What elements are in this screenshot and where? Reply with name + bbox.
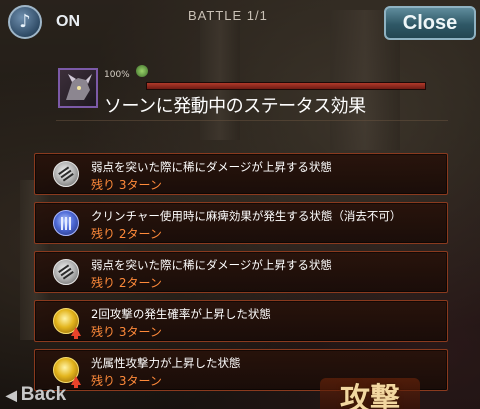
light-attack-up-icon <box>53 357 81 388</box>
status-effect-turns: 残り 3ターン <box>91 325 162 339</box>
status-effect-row[interactable]: 弱点を突いた際に稀にダメージが上昇する状態 残り 2ターン <box>34 251 448 293</box>
attack-button[interactable]: 攻撃 <box>320 378 420 409</box>
status-effect-row[interactable]: クリンチャー使用時に麻痺効果が発生する状態（消去不可） 残り 2ターン <box>34 202 448 244</box>
divider <box>56 120 448 121</box>
status-effect-row[interactable]: 弱点を突いた際に稀にダメージが上昇する状態 残り 3ターン <box>34 153 448 195</box>
status-effect-description: 2回攻撃の発生確率が上昇した状態 <box>91 307 271 321</box>
status-effect-description: 光属性攻撃力が上昇した状態 <box>91 356 241 370</box>
status-effect-list: 弱点を突いた際に稀にダメージが上昇する状態 残り 3ターン クリンチャー使用時に… <box>34 153 448 398</box>
up-arrow-icon <box>71 376 81 388</box>
close-button[interactable]: Close <box>384 6 476 40</box>
hp-bar <box>146 82 426 90</box>
music-state-label[interactable]: ON <box>56 13 80 31</box>
panel-title: ソーンに発動中のステータス効果 <box>104 96 366 117</box>
hp-percent: 100% <box>104 70 130 80</box>
status-effect-turns: 残り 3ターン <box>91 178 162 192</box>
character-avatar <box>58 68 98 108</box>
status-effect-row[interactable]: 2回攻撃の発生確率が上昇した状態 残り 3ターン <box>34 300 448 342</box>
character-portrait-icon <box>66 74 92 100</box>
paralysis-icon <box>53 210 79 236</box>
status-indicator-icon <box>136 65 148 77</box>
status-effect-turns: 残り 2ターン <box>91 276 162 290</box>
up-arrow-icon <box>71 327 81 339</box>
status-effect-description: クリンチャー使用時に麻痺効果が発生する状態（消去不可） <box>91 209 402 223</box>
status-effect-turns: 残り 3ターン <box>91 374 162 388</box>
music-toggle-button[interactable]: ♪ <box>8 5 42 39</box>
status-effect-description: 弱点を突いた際に稀にダメージが上昇する状態 <box>91 160 332 174</box>
weakness-crit-icon <box>53 161 79 187</box>
back-arrow-icon: ◀ <box>6 387 17 403</box>
status-effect-description: 弱点を突いた際に稀にダメージが上昇する状態 <box>91 258 332 272</box>
back-button[interactable]: ◀ Back <box>6 384 66 406</box>
battle-counter: BATTLE 1/1 <box>188 8 268 23</box>
music-note-icon: ♪ <box>19 11 31 32</box>
top-bar: ♪ ON BATTLE 1/1 Close <box>0 0 480 44</box>
double-attack-up-icon <box>53 308 81 339</box>
back-label: Back <box>20 384 67 405</box>
weakness-crit-icon <box>53 259 79 285</box>
status-effect-turns: 残り 2ターン <box>91 227 162 241</box>
hp-bar-fill <box>147 83 425 89</box>
